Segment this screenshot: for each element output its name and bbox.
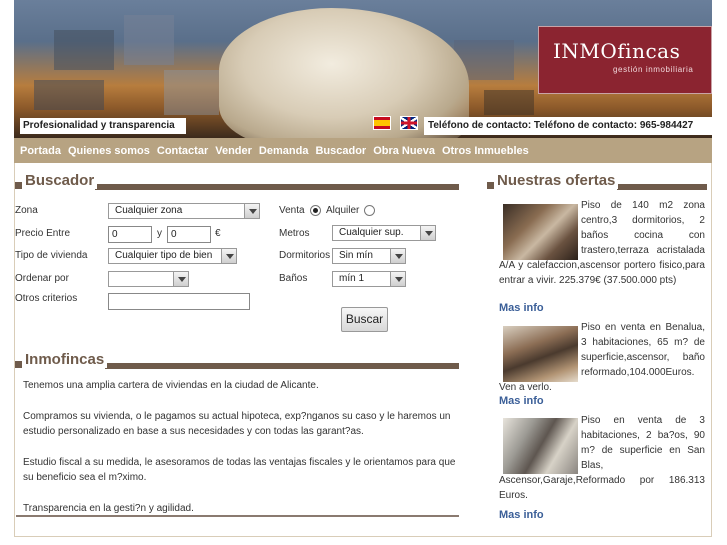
logo[interactable]: INMOfincas gestión inmobiliaria <box>538 26 712 94</box>
inmofincas-heading: Inmofincas <box>15 351 459 371</box>
currency-label: € <box>215 228 221 239</box>
inmofincas-paragraph: Transparencia en la gesti?n y agilidad. <box>23 503 194 514</box>
buscador-heading: Buscador <box>15 172 459 192</box>
contact-phone: Teléfono de contacto: Teléfono de contac… <box>424 117 712 135</box>
venta-label: Venta <box>279 205 305 216</box>
heading-rule <box>95 184 459 190</box>
buscador-title: Buscador <box>25 172 98 189</box>
precio-label: Precio Entre <box>15 228 71 239</box>
header-banner: INMOfincas gestión inmobiliaria Profesio… <box>14 0 712 138</box>
metros-label: Metros <box>279 228 310 239</box>
alquiler-label: Alquiler <box>326 205 360 216</box>
ordenar-label: Ordenar por <box>15 273 69 284</box>
otros-criterios-input[interactable] <box>108 293 250 310</box>
heading-rule <box>617 184 707 190</box>
buscar-button[interactable]: Buscar <box>341 307 388 332</box>
logo-name: INMOfincas <box>553 39 681 63</box>
dormitorios-select[interactable]: Sin mín <box>332 248 406 264</box>
banos-select[interactable]: mín 1 <box>332 271 406 287</box>
inmofincas-paragraph: Compramos su vivienda, o le pagamos su a… <box>23 411 451 437</box>
heading-rule <box>105 363 459 369</box>
chevron-down-icon <box>420 226 435 240</box>
zona-select[interactable]: Cualquier zona <box>108 203 260 219</box>
inmofincas-paragraph: Estudio fiscal a su medida, le asesoramo… <box>23 457 456 483</box>
offer-description: Piso en venta de 3 habitaciones, 2 ba?os… <box>499 413 705 503</box>
precio-min-input[interactable]: 0 <box>108 226 152 243</box>
alquiler-radio[interactable] <box>364 205 375 216</box>
ordenar-select[interactable] <box>108 271 189 287</box>
ofertas-title: Nuestras ofertas <box>497 172 619 189</box>
chevron-down-icon <box>244 204 259 218</box>
dormitorios-label: Dormitorios <box>279 250 331 261</box>
tagline: Profesionalidad y transparencia <box>20 118 186 134</box>
zona-select-value: Cualquier zona <box>115 205 183 216</box>
tipo-label: Tipo de vivienda <box>15 250 88 261</box>
heading-bullet <box>15 361 22 368</box>
nav-buscador[interactable]: Buscador <box>315 145 366 157</box>
nav-portada[interactable]: Portada <box>20 145 61 157</box>
inmofincas-paragraph: Tenemos una amplia cartera de viviendas … <box>23 380 319 391</box>
offer-description: Piso en venta en Benalua, 3 habitaciones… <box>499 320 705 395</box>
logo-subtitle: gestión inmobiliaria <box>613 65 694 74</box>
main-nav: Portada Quienes somos Contactar Vender D… <box>14 138 712 163</box>
ofertas-heading: Nuestras ofertas <box>487 172 707 192</box>
english-flag-icon[interactable] <box>400 116 418 130</box>
nav-contactar[interactable]: Contactar <box>157 145 208 157</box>
chevron-down-icon <box>390 272 405 286</box>
heading-bullet <box>487 182 494 189</box>
otros-label: Otros criterios <box>15 293 78 304</box>
nav-obra-nueva[interactable]: Obra Nueva <box>373 145 435 157</box>
offer-more-info-link[interactable]: Mas info <box>499 509 544 521</box>
section-divider <box>16 515 459 517</box>
inmofincas-text: Tenemos una amplia cartera de viviendas … <box>23 378 463 532</box>
chevron-down-icon <box>173 272 188 286</box>
nav-otros-inmuebles[interactable]: Otros Inmuebles <box>442 145 529 157</box>
nav-demanda[interactable]: Demanda <box>259 145 309 157</box>
offer-more-info-link[interactable]: Mas info <box>499 302 544 314</box>
nav-quienes-somos[interactable]: Quienes somos <box>68 145 150 157</box>
banos-select-value: mín 1 <box>339 273 365 284</box>
offer-more-info-link[interactable]: Mas info <box>499 395 544 407</box>
chevron-down-icon <box>390 249 405 263</box>
spanish-flag-icon[interactable] <box>373 116 391 130</box>
offer-description: Piso de 140 m2 zona centro,3 dormitorios… <box>499 198 705 288</box>
heading-bullet <box>15 182 22 189</box>
venta-radio[interactable] <box>310 205 321 216</box>
nav-vender[interactable]: Vender <box>215 145 252 157</box>
precio-max-input[interactable]: 0 <box>167 226 211 243</box>
tipo-select[interactable]: Cualquier tipo de bien <box>108 248 237 264</box>
chevron-down-icon <box>221 249 236 263</box>
inmofincas-title: Inmofincas <box>25 351 108 368</box>
metros-select[interactable]: Cualquier sup. <box>332 225 436 241</box>
tipo-select-value: Cualquier tipo de bien <box>115 250 213 261</box>
metros-select-value: Cualquier sup. <box>339 227 404 238</box>
dormitorios-select-value: Sin mín <box>339 250 373 261</box>
precio-and-label: y <box>157 228 162 239</box>
banos-label: Baños <box>279 273 308 284</box>
zona-label: Zona <box>15 205 38 216</box>
